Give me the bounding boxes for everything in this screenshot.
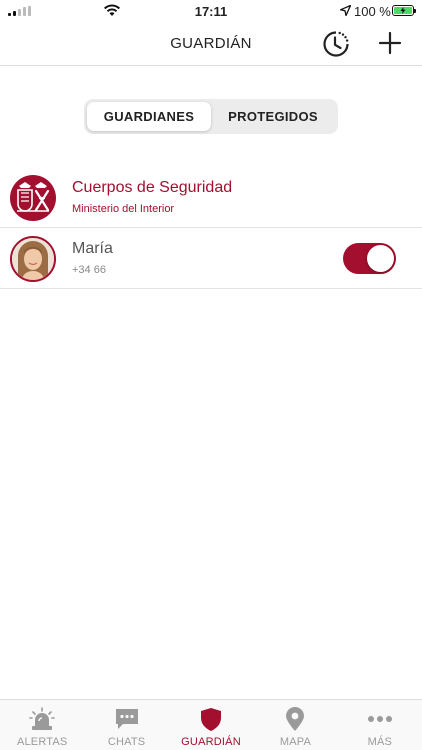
page-title: GUARDIÁN [170, 35, 252, 52]
tab-alertas[interactable]: ALERTAS [0, 700, 84, 750]
clock-history-icon[interactable] [322, 30, 350, 58]
segmented-control: GUARDIANES PROTEGIDOS [84, 99, 338, 134]
shield-icon [201, 708, 222, 731]
guardian-phone: +34 66 [72, 264, 106, 276]
tab-label: MÁS [367, 736, 393, 748]
battery-icon [392, 5, 416, 16]
location-arrow-icon [340, 5, 351, 16]
chat-icon [115, 709, 138, 729]
tab-label: MAPA [279, 736, 311, 748]
tab-bar: ALERTAS CHATS GUARDIÁN MAPA MÁS [0, 699, 422, 750]
status-bar: 17:11 100 % [0, 0, 422, 22]
list-item-cuerpos-de-seguridad[interactable]: Cuerpos de Seguridad Ministerio del Inte… [0, 167, 422, 228]
toggle-knob [367, 245, 394, 272]
segment-guardianes[interactable]: GUARDIANES [87, 102, 211, 131]
navigation-bar: GUARDIÁN [0, 22, 422, 66]
profile-photo-avatar [10, 236, 56, 282]
siren-icon [29, 707, 56, 730]
tab-label: ALERTAS [16, 736, 68, 748]
segment-protegidos[interactable]: PROTEGIDOS [211, 102, 335, 131]
map-pin-icon [286, 707, 305, 731]
profile-photo-icon [12, 238, 54, 280]
guardian-name: Cuerpos de Seguridad [72, 179, 233, 196]
guardian-enabled-toggle[interactable] [343, 243, 396, 274]
tab-label: CHATS [107, 736, 146, 748]
police-emblem-icon [17, 182, 50, 212]
tab-label: GUARDIÁN [181, 736, 241, 748]
tab-mas[interactable]: MÁS [338, 700, 422, 750]
police-emblem-avatar [10, 175, 56, 221]
battery-percentage: 100 % [354, 4, 391, 19]
tab-chats[interactable]: CHATS [84, 700, 168, 750]
guardian-name: María [72, 240, 113, 257]
guardian-subtitle: Ministerio del Interior [72, 203, 175, 215]
tab-mapa[interactable]: MAPA [253, 700, 337, 750]
list-item-maria[interactable]: María +34 66 [0, 228, 422, 289]
more-icon [367, 716, 392, 722]
tab-guardian[interactable]: GUARDIÁN [169, 700, 253, 750]
plus-icon[interactable] [377, 30, 403, 56]
